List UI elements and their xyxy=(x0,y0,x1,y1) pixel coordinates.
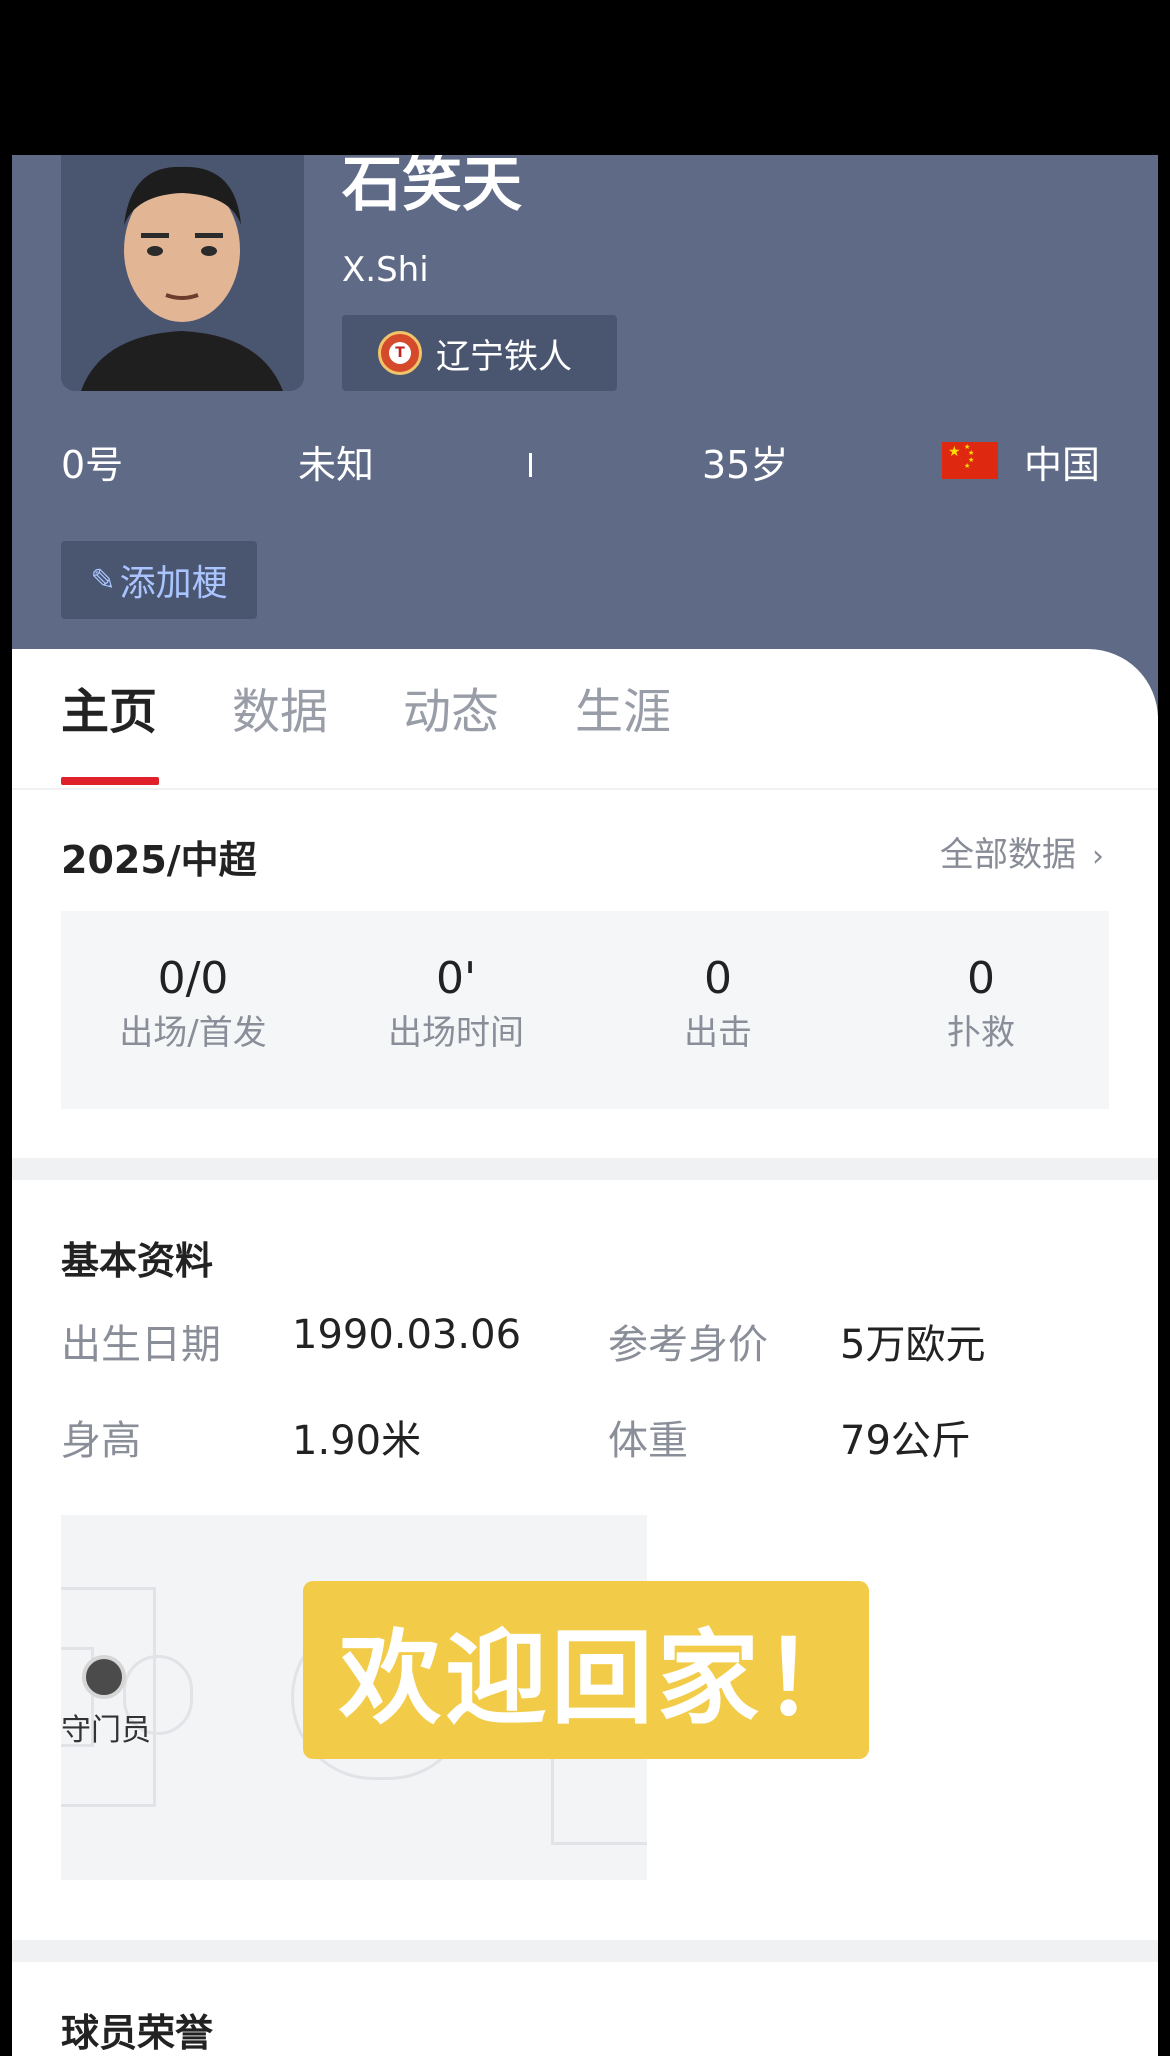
team-logo-icon: T xyxy=(378,331,422,375)
add-meme-button[interactable]: ✎ 添加梗 xyxy=(61,541,257,619)
stat-value: 0 xyxy=(967,953,995,1004)
basic-info-title: 基本资料 xyxy=(61,1239,214,1283)
player-avatar xyxy=(61,155,304,391)
stat-saves: 0 扑救 xyxy=(851,951,1111,1059)
active-tab-indicator xyxy=(61,777,159,785)
china-flag-icon: ★ ★ ★ ★ ★ xyxy=(942,442,998,479)
section-gap xyxy=(12,1940,1158,1962)
weight-value: 79公斤 xyxy=(840,1418,971,1464)
team-chip[interactable]: T 辽宁铁人 xyxy=(342,315,617,391)
goalkeeper-position-marker xyxy=(82,1655,126,1699)
tab-separator xyxy=(12,788,1158,790)
add-meme-label: 添加梗 xyxy=(119,563,228,604)
market-value-label: 参考身价 xyxy=(608,1322,768,1368)
player-photo-icon xyxy=(81,166,283,391)
basic-info-section: 基本资料 出生日期 1990.03.06 参考身价 5万欧元 身高 1.90米 … xyxy=(12,1180,1158,1940)
height-label: 身高 xyxy=(61,1418,141,1464)
tab-career[interactable]: 生涯 xyxy=(575,679,671,745)
chevron-right-icon: › xyxy=(1092,839,1104,874)
stat-sweeper-actions: 0 出击 xyxy=(588,951,848,1059)
far-box-line xyxy=(551,1745,647,1845)
weight-label: 体重 xyxy=(608,1418,688,1464)
stat-label: 扑救 xyxy=(947,1013,1015,1053)
height-value: 1.90米 xyxy=(292,1418,422,1464)
stat-label: 出场/首发 xyxy=(119,1013,267,1053)
stat-label: 出场时间 xyxy=(388,1013,524,1053)
section-gap xyxy=(12,1158,1158,1180)
goalkeeper-label: 守门员 xyxy=(61,1713,151,1748)
pencil-icon: ✎ xyxy=(90,562,116,598)
market-value-value: 5万欧元 xyxy=(840,1322,986,1368)
player-english-name: X.Shi xyxy=(342,250,429,290)
player-nationality: 中国 xyxy=(1024,443,1101,487)
honors-title: 球员荣誉 xyxy=(61,2011,214,2055)
stat-label: 出击 xyxy=(684,1013,752,1053)
player-name: 石笑天 xyxy=(342,155,522,220)
tab-activity[interactable]: 动态 xyxy=(403,679,499,745)
meta-divider xyxy=(529,453,532,477)
player-page: 石笑天 X.Shi T 辽宁铁人 0号 未知 35岁 中国 ★ ★ ★ ★ ★ … xyxy=(12,155,1158,2056)
tab-data[interactable]: 数据 xyxy=(232,679,328,745)
stat-appearances: 0/0 出场/首发 xyxy=(63,951,323,1059)
welcome-home-banner: 欢迎回家！ xyxy=(303,1581,869,1759)
season-stats: 0/0 出场/首发 0' 出场时间 0 出击 0 扑救 xyxy=(61,911,1109,1109)
season-title: 2025/中超 xyxy=(61,838,257,882)
birth-date-value: 1990.03.06 xyxy=(292,1312,522,1358)
player-age: 35岁 xyxy=(702,443,789,487)
shirt-number: 0号 xyxy=(61,443,124,487)
stat-value: 0' xyxy=(435,953,477,1004)
all-data-link[interactable]: 全部数据 › xyxy=(940,827,1104,876)
honors-section: 球员荣誉 xyxy=(12,1962,1158,2056)
stat-value: 0 xyxy=(704,953,732,1004)
banner-text: 欢迎回家！ xyxy=(339,1619,869,1739)
birth-date-label: 出生日期 xyxy=(61,1322,221,1368)
stat-value: 0/0 xyxy=(157,953,229,1004)
player-position: 未知 xyxy=(298,443,375,487)
tab-home[interactable]: 主页 xyxy=(61,679,157,745)
player-header: 石笑天 X.Shi T 辽宁铁人 0号 未知 35岁 中国 ★ ★ ★ ★ ★ … xyxy=(12,155,1158,715)
all-data-label: 全部数据 xyxy=(940,835,1076,875)
team-name: 辽宁铁人 xyxy=(436,336,572,377)
stat-minutes: 0' 出场时间 xyxy=(326,951,586,1059)
